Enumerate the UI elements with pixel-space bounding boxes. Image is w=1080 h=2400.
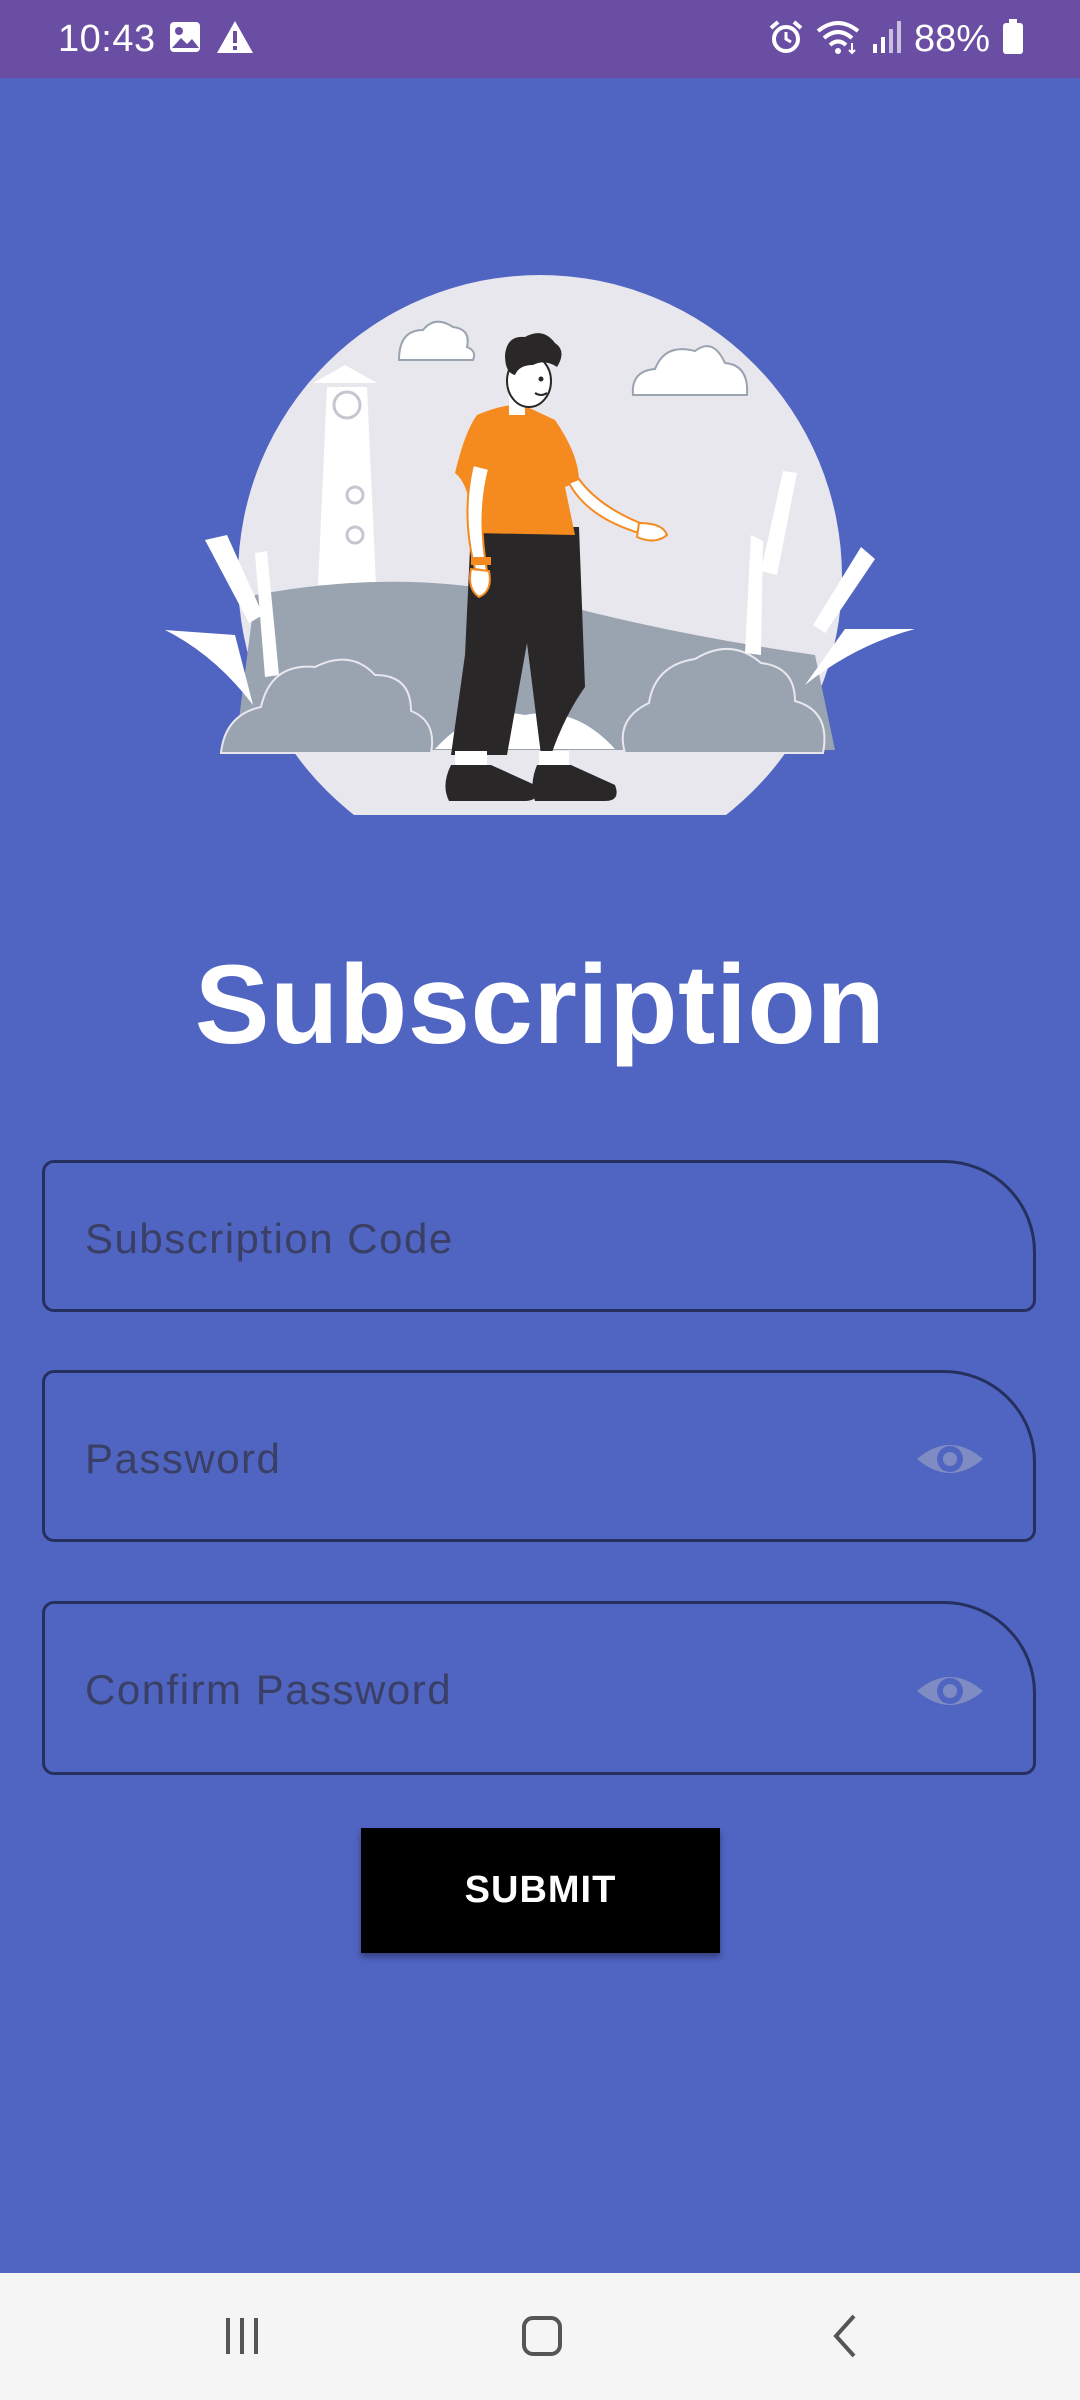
notification-icons: [168, 20, 254, 58]
page-title: Subscription: [194, 942, 886, 1067]
navigation-bar: [0, 2273, 1080, 2400]
system-status: 88%: [768, 14, 1024, 64]
status-bar: 10:43 88%: [0, 0, 1080, 78]
subscription-code-placeholder: Subscription Code: [85, 1215, 454, 1262]
confirm-password-field[interactable]: Confirm Password: [42, 1601, 1036, 1775]
recents-icon[interactable]: [202, 2303, 282, 2369]
status-time: 10:43: [58, 18, 156, 60]
signal-icon: [872, 20, 902, 59]
submit-button[interactable]: SUBMIT: [361, 1828, 720, 1953]
home-icon[interactable]: [502, 2303, 582, 2369]
password-placeholder: Password: [85, 1435, 282, 1482]
password-field[interactable]: Password: [42, 1370, 1036, 1542]
battery-percentage: 88%: [913, 18, 990, 60]
hero-illustration: [155, 255, 925, 879]
subscription-code-field[interactable]: Subscription Code: [42, 1160, 1036, 1312]
confirm-password-placeholder: Confirm Password: [85, 1666, 453, 1713]
alarm-icon: [768, 19, 804, 60]
back-icon[interactable]: [806, 2303, 886, 2369]
wifi-icon: [816, 19, 860, 60]
eye-icon[interactable]: [915, 1437, 985, 1481]
eye-icon[interactable]: [915, 1669, 985, 1713]
warning-icon: [216, 20, 254, 59]
image-icon: [168, 20, 202, 59]
battery-icon: [1002, 18, 1024, 60]
